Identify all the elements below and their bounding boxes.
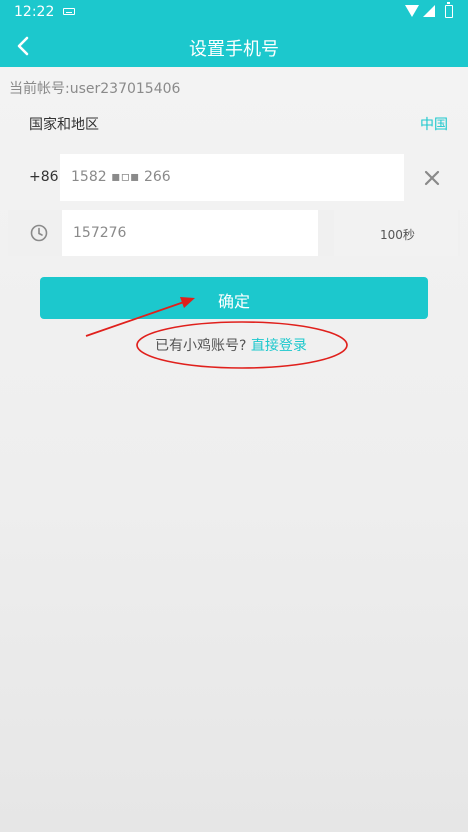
annotation-arrow-head bbox=[180, 297, 195, 308]
annotation-overlay bbox=[85, 297, 348, 369]
annotation-ellipse bbox=[136, 321, 348, 369]
annotation-arrow-line bbox=[85, 301, 185, 337]
